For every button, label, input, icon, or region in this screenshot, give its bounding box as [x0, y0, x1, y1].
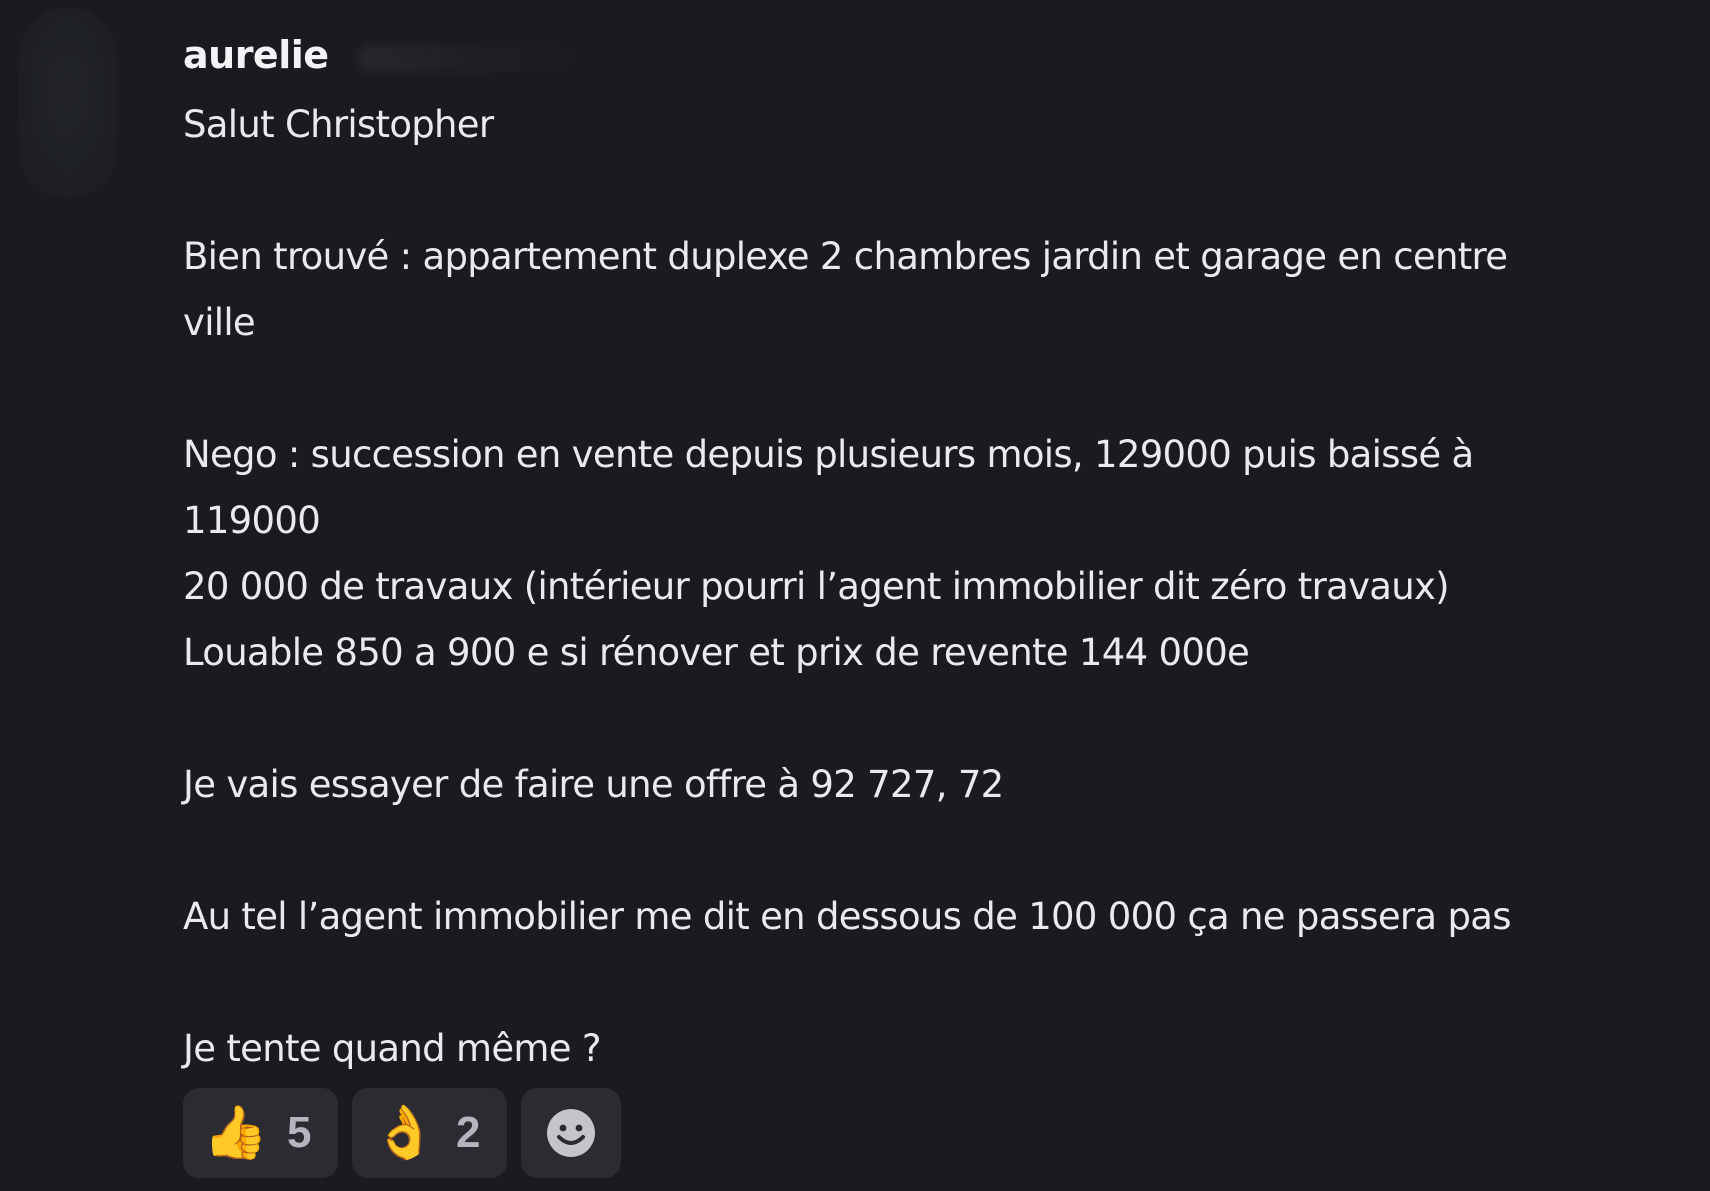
- message-line: [183, 686, 1693, 752]
- message-line: 119000: [183, 499, 321, 542]
- message-line: Salut Christopher: [183, 103, 494, 146]
- message-line: [183, 818, 1693, 884]
- reaction-thumbs-up[interactable]: 👍 5: [183, 1088, 338, 1178]
- add-reaction-button[interactable]: [521, 1088, 621, 1178]
- message-line: Au tel l’agent immobilier me dit en dess…: [183, 895, 1511, 938]
- message-line: 20 000 de travaux (intérieur pourri l’ag…: [183, 565, 1450, 608]
- message-line: Je tente quand même ?: [183, 1027, 602, 1070]
- smiley-add-reaction-icon: [547, 1109, 595, 1157]
- reaction-ok-hand[interactable]: 👌 2: [352, 1088, 507, 1178]
- reactions-bar: 👍 5 👌 2: [183, 1088, 621, 1178]
- reaction-count: 2: [456, 1108, 481, 1157]
- message-line: [183, 950, 1693, 1016]
- reaction-count: 5: [287, 1108, 312, 1157]
- message-line: ville: [183, 301, 256, 344]
- message-line: Nego : succession en vente depuis plusie…: [183, 433, 1474, 476]
- message-header: aurelie: [183, 28, 1693, 82]
- redacted-timestamp: [356, 44, 587, 72]
- message-line: [183, 158, 1693, 224]
- thumbs-up-icon: 👍: [203, 1103, 268, 1163]
- chat-message: aurelie Salut Christopher Bien trouvé : …: [0, 0, 1710, 1191]
- message-line: [183, 356, 1693, 422]
- message-content: aurelie Salut Christopher Bien trouvé : …: [183, 28, 1693, 1082]
- message-line: Je vais essayer de faire une offre à 92 …: [183, 763, 1004, 806]
- message-line: Louable 850 a 900 e si rénover et prix d…: [183, 631, 1250, 674]
- message-line: Bien trouvé : appartement duplexe 2 cham…: [183, 235, 1508, 278]
- ok-hand-icon: 👌: [372, 1103, 437, 1163]
- message-body: Salut Christopher Bien trouvé : appartem…: [183, 92, 1693, 1082]
- avatar[interactable]: [18, 8, 118, 198]
- author-name[interactable]: aurelie: [183, 28, 329, 82]
